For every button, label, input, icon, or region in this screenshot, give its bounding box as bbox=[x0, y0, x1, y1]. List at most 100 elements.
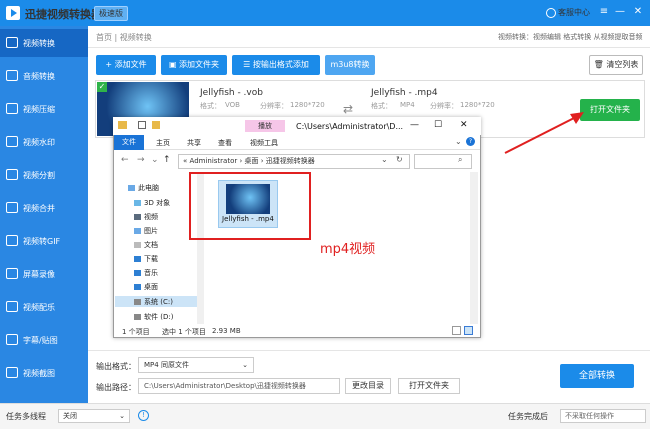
sidebar-item-subtitle[interactable]: 字幕/贴图 bbox=[0, 326, 88, 354]
help-center-link[interactable]: 客服中心 bbox=[558, 7, 590, 18]
target-resolution-label: 分辨率： bbox=[430, 102, 458, 110]
source-format-label: 格式： bbox=[200, 102, 221, 110]
ribbon-tab-file[interactable]: 文件 bbox=[114, 135, 144, 150]
recent-chevron-icon[interactable]: ⌄ bbox=[151, 155, 159, 165]
menu-icon[interactable]: ≡ bbox=[596, 4, 612, 20]
ribbon-tab-home[interactable]: 主页 bbox=[156, 138, 170, 148]
tree-item-c-drive[interactable]: 系统 (C:) bbox=[134, 297, 173, 307]
add-file-button[interactable]: + 添加文件 bbox=[96, 55, 156, 75]
refresh-icon[interactable]: ↻ bbox=[396, 155, 403, 164]
details-view-icon[interactable] bbox=[452, 326, 461, 335]
address-segment[interactable]: Administrator bbox=[190, 157, 238, 165]
file-list-scrollbar[interactable] bbox=[470, 172, 478, 324]
tree-item-documents[interactable]: 文档 bbox=[134, 240, 158, 250]
sidebar-item-screen-record[interactable]: 屏幕录像 bbox=[0, 260, 88, 288]
output-path-input[interactable]: C:\Users\Administrator\Desktop\迅捷视频转换器 bbox=[138, 378, 340, 394]
explorer-close-icon[interactable]: ✕ bbox=[460, 120, 468, 130]
chevron-down-icon: ⌄ bbox=[242, 361, 248, 369]
sidebar-item-video-split[interactable]: 视频分割 bbox=[0, 161, 88, 189]
folder-icon bbox=[118, 121, 127, 129]
explorer-minimize-icon[interactable]: — bbox=[410, 120, 419, 130]
ribbon-tab-view[interactable]: 查看 bbox=[218, 138, 232, 148]
tree-item-pictures[interactable]: 图片 bbox=[134, 226, 158, 236]
address-segment[interactable]: 桌面 bbox=[245, 157, 259, 165]
video-compress-icon bbox=[6, 103, 18, 114]
ribbon-tab-video-tools[interactable]: 视频工具 bbox=[250, 138, 278, 148]
ribbon-tab-share[interactable]: 共享 bbox=[187, 138, 201, 148]
address-segment[interactable]: 迅捷视频转换器 bbox=[266, 157, 315, 165]
music-icon bbox=[6, 301, 18, 312]
sidebar-item-video-convert[interactable]: 视频转换 bbox=[0, 29, 88, 57]
sidebar-item-video-screenshot[interactable]: 视频截图 bbox=[0, 359, 88, 387]
tree-item-this-pc[interactable]: 此电脑 bbox=[128, 183, 159, 193]
tree-item-d-drive[interactable]: 软件 (D:) bbox=[134, 312, 173, 322]
app-logo-icon bbox=[6, 6, 20, 20]
convert-all-button[interactable]: 全部转换 bbox=[560, 364, 634, 388]
tree-item-music[interactable]: 音乐 bbox=[134, 268, 158, 278]
selected-size: 2.93 MB bbox=[212, 327, 241, 335]
after-complete-select[interactable]: 不采取任何操作 bbox=[560, 409, 646, 423]
help-icon[interactable] bbox=[546, 8, 556, 18]
thumbnail-view-icon[interactable] bbox=[464, 326, 473, 335]
sidebar-item-audio-convert[interactable]: 音频转换 bbox=[0, 62, 88, 90]
play-context-tab[interactable]: 播放 bbox=[245, 120, 285, 132]
document-icon bbox=[134, 242, 141, 248]
sidebar-item-video-compress[interactable]: 视频压缩 bbox=[0, 95, 88, 123]
item-count: 1 个项目 bbox=[122, 328, 150, 336]
sidebar-item-video-watermark[interactable]: 视频水印 bbox=[0, 128, 88, 156]
explorer-status-bar: 1 个项目 选中 1 个项目 2.93 MB bbox=[114, 325, 480, 337]
gif-icon bbox=[6, 235, 18, 246]
tree-item-3d-objects[interactable]: 3D 对象 bbox=[134, 198, 170, 208]
tree-item-downloads[interactable]: 下载 bbox=[134, 254, 158, 264]
breadcrumb-home[interactable]: 首页 bbox=[96, 33, 112, 42]
desktop-icon bbox=[134, 284, 141, 290]
selected-count: 选中 1 个项目 bbox=[162, 328, 206, 336]
target-file-name: Jellyfish - .mp4 bbox=[371, 88, 438, 98]
computer-icon bbox=[128, 185, 135, 191]
output-format-select[interactable]: MP4 同原文件 ⌄ bbox=[138, 357, 254, 373]
forward-icon[interactable]: → bbox=[137, 155, 145, 165]
breadcrumb: 首页 | 视频转换 bbox=[96, 33, 152, 42]
clear-list-button[interactable]: 🗑 清空列表 bbox=[589, 55, 643, 75]
multithread-select[interactable]: 关闭 ⌄ bbox=[58, 409, 130, 423]
annotation-arrow bbox=[504, 112, 584, 154]
drive-icon bbox=[134, 314, 141, 320]
explorer-maximize-icon[interactable]: ☐ bbox=[434, 120, 442, 130]
checkbox-icon[interactable]: ✓ bbox=[97, 82, 107, 92]
split-icon bbox=[6, 169, 18, 180]
up-icon[interactable]: ↑ bbox=[163, 155, 171, 165]
properties-icon[interactable] bbox=[138, 121, 146, 129]
info-icon[interactable]: ! bbox=[138, 410, 149, 421]
tree-item-desktop[interactable]: 桌面 bbox=[134, 282, 158, 292]
add-by-format-button[interactable]: ☰ 按输出格式添加 bbox=[232, 55, 320, 75]
source-resolution-label: 分辨率： bbox=[260, 102, 288, 110]
source-resolution-value: 1280*720 bbox=[290, 101, 325, 109]
add-folder-button[interactable]: ▣ 添加文件夹 bbox=[161, 55, 227, 75]
target-resolution-value: 1280*720 bbox=[460, 101, 495, 109]
target-format-label: 格式： bbox=[371, 102, 392, 110]
back-icon[interactable]: ← bbox=[121, 155, 129, 165]
help-icon[interactable]: ? bbox=[466, 137, 475, 146]
target-format-value: MP4 bbox=[400, 101, 415, 109]
search-input[interactable] bbox=[414, 154, 472, 169]
new-folder-icon[interactable] bbox=[152, 121, 160, 129]
sidebar-item-video-to-gif[interactable]: 视频转GIF bbox=[0, 227, 88, 255]
edition-badge: 极速版 bbox=[94, 6, 128, 21]
sidebar-item-video-merge[interactable]: 视频合并 bbox=[0, 194, 88, 222]
multithread-label: 任务多线程 bbox=[6, 412, 46, 421]
close-icon[interactable]: ✕ bbox=[630, 4, 646, 20]
expand-ribbon-icon[interactable]: ⌄ bbox=[455, 137, 462, 146]
source-file-name: Jellyfish - .vob bbox=[200, 88, 263, 98]
sidebar-item-video-music[interactable]: 视频配乐 bbox=[0, 293, 88, 321]
trash-icon: 🗑 bbox=[593, 60, 604, 69]
breadcrumb-current: 视频转换 bbox=[119, 33, 152, 42]
address-bar[interactable]: « Administrator › 桌面 › 迅捷视频转换器 bbox=[178, 154, 410, 169]
minimize-icon[interactable]: — bbox=[612, 4, 628, 20]
open-output-folder-button[interactable]: 打开文件夹 bbox=[398, 378, 460, 394]
address-dropdown-icon[interactable]: ⌄ bbox=[381, 155, 388, 164]
m3u8-convert-button[interactable]: m3u8转换 bbox=[325, 55, 375, 75]
change-directory-button[interactable]: 更改目录 bbox=[345, 378, 391, 394]
screen-record-icon bbox=[6, 268, 18, 279]
chevron-down-icon: ⌄ bbox=[119, 412, 125, 420]
tree-item-videos[interactable]: 视频 bbox=[134, 212, 158, 222]
